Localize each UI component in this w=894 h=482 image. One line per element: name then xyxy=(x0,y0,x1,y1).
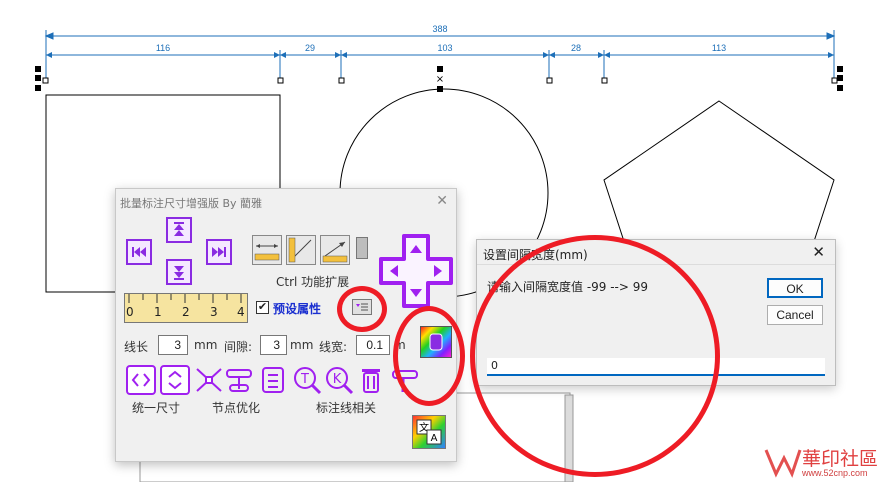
line-width-field[interactable]: 0.1 xyxy=(356,335,390,355)
skip-bottom-icon xyxy=(174,266,184,280)
preset-checkbox[interactable]: ✔ xyxy=(256,301,269,314)
gap-label: 间隙: xyxy=(224,340,253,354)
total-dimension-label: 388 xyxy=(432,24,447,34)
skip-top-icon xyxy=(174,222,184,236)
svg-text:K: K xyxy=(333,372,342,387)
node-align-button[interactable] xyxy=(224,365,254,395)
dim-label-1: 116 xyxy=(156,43,170,53)
text-search-button[interactable]: T xyxy=(292,365,322,395)
ruler-image: 0 1 2 3 4 xyxy=(124,293,248,323)
diagonal-dimension-icon xyxy=(288,237,312,263)
ruler-number-0: 0 xyxy=(126,305,134,319)
angled-dimension-button[interactable] xyxy=(320,235,350,265)
uniform-height-button[interactable] xyxy=(160,365,190,395)
node-tree-icon xyxy=(226,369,252,392)
ruler-number-3: 3 xyxy=(210,305,218,319)
ruler-number-4: 4 xyxy=(237,305,245,319)
highlight-circle-dialog xyxy=(470,235,720,477)
skip-last-icon xyxy=(212,247,226,257)
watermark-logo: 華印社區 www.52cnp.com xyxy=(762,444,892,480)
node-list-button[interactable] xyxy=(258,365,288,395)
node-cut-button[interactable] xyxy=(194,365,224,395)
gap-field[interactable]: 3 xyxy=(260,335,287,355)
dim-label-4: 28 xyxy=(571,43,581,53)
line-width-label: 线宽: xyxy=(319,340,348,354)
line-length-label: 线长 xyxy=(124,340,149,354)
watermark-url: www.52cnp.com xyxy=(802,468,868,478)
node-list-icon xyxy=(262,367,284,393)
svg-text:T: T xyxy=(300,372,309,387)
mm-unit-1: mm xyxy=(194,338,218,352)
highlight-circle-preset xyxy=(337,286,387,332)
horizontal-dimension-icon xyxy=(254,244,280,261)
uniform-size-icon xyxy=(126,365,156,395)
top-button[interactable] xyxy=(166,217,192,243)
svg-text:×: × xyxy=(436,74,444,85)
watermark-text: 華印社區 xyxy=(802,448,879,470)
svg-text:A: A xyxy=(431,433,438,444)
dialog-close-icon[interactable]: ✕ xyxy=(812,243,825,261)
watermark-mark-icon xyxy=(764,449,802,478)
direction-pad-icon[interactable] xyxy=(378,233,454,309)
ok-button[interactable]: OK xyxy=(767,278,823,298)
translate-button[interactable]: 文A xyxy=(412,415,446,449)
dim-label-2: 29 xyxy=(305,43,315,53)
horizontal-dimension-button[interactable] xyxy=(252,235,282,265)
uniform-height-icon xyxy=(160,365,190,395)
text-search-icon: T xyxy=(294,367,322,395)
last-button[interactable] xyxy=(206,239,232,265)
dimension-search-button[interactable]: K xyxy=(324,365,354,395)
first-button[interactable] xyxy=(126,239,152,265)
line-length-field[interactable]: 3 xyxy=(158,335,188,355)
preset-label: 预设属性 xyxy=(273,302,322,316)
ruler-number-2: 2 xyxy=(182,305,190,319)
group-label-node-optimize: 节点优化 xyxy=(212,401,261,415)
highlight-circle-color xyxy=(393,306,465,406)
scissors-icon xyxy=(196,368,222,392)
scroll-arrows-icon[interactable] xyxy=(356,237,368,259)
ctrl-ext-label: Ctrl 功能扩展 xyxy=(276,275,350,289)
angled-dimension-icon xyxy=(322,241,348,263)
skip-first-icon xyxy=(132,247,146,257)
translate-icon: 文A xyxy=(416,419,442,445)
bottom-button[interactable] xyxy=(166,259,192,285)
close-icon[interactable]: ✕ xyxy=(436,193,448,209)
dim-label-3: 103 xyxy=(437,43,452,53)
tool-window-title: 批量标注尺寸增强版 By 藺雅 xyxy=(120,197,263,210)
dim-label-5: 113 xyxy=(712,43,726,53)
diagonal-dimension-button[interactable] xyxy=(286,235,316,265)
delete-button[interactable] xyxy=(356,365,386,395)
ruler-number-1: 1 xyxy=(154,305,162,319)
uniform-size-button[interactable] xyxy=(126,365,156,395)
dimension-search-icon: K xyxy=(326,367,354,395)
mm-unit-2: mm xyxy=(290,338,314,352)
group-label-uniform-size: 统一尺寸 xyxy=(132,401,181,415)
cancel-button[interactable]: Cancel xyxy=(767,305,823,325)
trash-icon xyxy=(362,369,380,393)
group-label-dimension-line: 标注线相关 xyxy=(316,401,377,415)
